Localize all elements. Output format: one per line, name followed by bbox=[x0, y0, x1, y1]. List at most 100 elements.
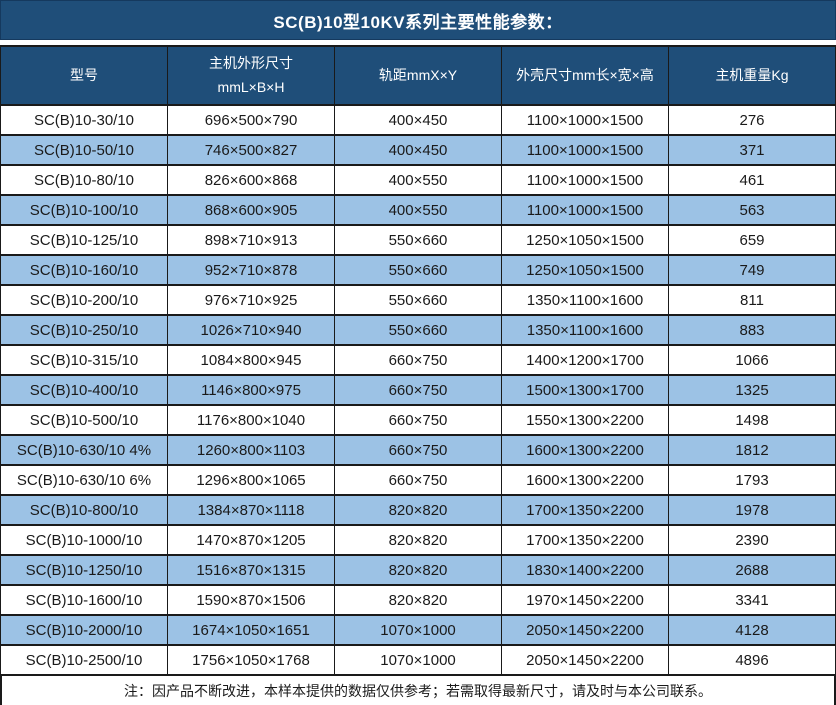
column-header-weight: 主机重量Kg bbox=[669, 46, 836, 105]
rail-gauge-cell: 660×750 bbox=[335, 435, 502, 465]
table-header: 型号主机外形尺寸 mmL×B×H轨距mmX×Y外壳尺寸mm长×宽×高主机重量Kg bbox=[1, 46, 836, 105]
weight-cell: 371 bbox=[669, 135, 836, 165]
shell-size-cell: 1250×1050×1500 bbox=[502, 255, 669, 285]
rail-gauge-cell: 400×450 bbox=[335, 105, 502, 135]
table-row: SC(B)10-315/101084×800×945660×7501400×12… bbox=[1, 345, 836, 375]
model-cell: SC(B)10-400/10 bbox=[1, 375, 168, 405]
shell-size-cell: 2050×1450×2200 bbox=[502, 645, 669, 675]
model-cell: SC(B)10-100/10 bbox=[1, 195, 168, 225]
table-row: SC(B)10-500/101176×800×1040660×7501550×1… bbox=[1, 405, 836, 435]
model-cell: SC(B)10-80/10 bbox=[1, 165, 168, 195]
table-row: SC(B)10-1250/101516×870×1315820×8201830×… bbox=[1, 555, 836, 585]
weight-cell: 1978 bbox=[669, 495, 836, 525]
shell-size-cell: 1600×1300×2200 bbox=[502, 435, 669, 465]
column-header-model: 型号 bbox=[1, 46, 168, 105]
header-row: 型号主机外形尺寸 mmL×B×H轨距mmX×Y外壳尺寸mm长×宽×高主机重量Kg bbox=[1, 46, 836, 105]
rail-gauge-cell: 1070×1000 bbox=[335, 645, 502, 675]
dimensions-cell: 746×500×827 bbox=[168, 135, 335, 165]
shell-size-cell: 1400×1200×1700 bbox=[502, 345, 669, 375]
shell-size-cell: 1350×1100×1600 bbox=[502, 285, 669, 315]
rail-gauge-cell: 400×550 bbox=[335, 195, 502, 225]
model-cell: SC(B)10-630/10 4% bbox=[1, 435, 168, 465]
rail-gauge-cell: 550×660 bbox=[335, 225, 502, 255]
shell-size-cell: 1100×1000×1500 bbox=[502, 135, 669, 165]
rail-gauge-cell: 660×750 bbox=[335, 405, 502, 435]
weight-cell: 4128 bbox=[669, 615, 836, 645]
dimensions-cell: 868×600×905 bbox=[168, 195, 335, 225]
table-row: SC(B)10-2500/101756×1050×17681070×100020… bbox=[1, 645, 836, 675]
dimensions-cell: 1590×870×1506 bbox=[168, 585, 335, 615]
shell-size-cell: 1100×1000×1500 bbox=[502, 195, 669, 225]
table-body: SC(B)10-30/10696×500×790400×4501100×1000… bbox=[1, 105, 836, 675]
model-cell: SC(B)10-2500/10 bbox=[1, 645, 168, 675]
rail-gauge-cell: 820×820 bbox=[335, 585, 502, 615]
model-cell: SC(B)10-630/10 6% bbox=[1, 465, 168, 495]
model-cell: SC(B)10-800/10 bbox=[1, 495, 168, 525]
rail-gauge-cell: 1070×1000 bbox=[335, 615, 502, 645]
weight-cell: 2688 bbox=[669, 555, 836, 585]
rail-gauge-cell: 550×660 bbox=[335, 315, 502, 345]
table-row: SC(B)10-250/101026×710×940550×6601350×11… bbox=[1, 315, 836, 345]
weight-cell: 4896 bbox=[669, 645, 836, 675]
rail-gauge-cell: 550×660 bbox=[335, 285, 502, 315]
dimensions-cell: 1384×870×1118 bbox=[168, 495, 335, 525]
weight-cell: 1812 bbox=[669, 435, 836, 465]
table-row: SC(B)10-2000/101674×1050×16511070×100020… bbox=[1, 615, 836, 645]
dimensions-cell: 1516×870×1315 bbox=[168, 555, 335, 585]
weight-cell: 461 bbox=[669, 165, 836, 195]
shell-size-cell: 2050×1450×2200 bbox=[502, 615, 669, 645]
model-cell: SC(B)10-500/10 bbox=[1, 405, 168, 435]
shell-size-cell: 1970×1450×2200 bbox=[502, 585, 669, 615]
weight-cell: 883 bbox=[669, 315, 836, 345]
shell-size-cell: 1830×1400×2200 bbox=[502, 555, 669, 585]
table-row: SC(B)10-630/10 4%1260×800×1103660×750160… bbox=[1, 435, 836, 465]
page-title: SC(B)10型10KV系列主要性能参数： bbox=[0, 0, 836, 40]
weight-cell: 1793 bbox=[669, 465, 836, 495]
rail-gauge-cell: 550×660 bbox=[335, 255, 502, 285]
table-row: SC(B)10-800/101384×870×1118820×8201700×1… bbox=[1, 495, 836, 525]
footnote: 注：因产品不断改进，本样本提供的数据仅供参考；若需取得最新尺寸，请及时与本公司联… bbox=[0, 676, 836, 705]
table-row: SC(B)10-80/10826×600×868400×5501100×1000… bbox=[1, 165, 836, 195]
weight-cell: 276 bbox=[669, 105, 836, 135]
model-cell: SC(B)10-200/10 bbox=[1, 285, 168, 315]
weight-cell: 1498 bbox=[669, 405, 836, 435]
table-row: SC(B)10-30/10696×500×790400×4501100×1000… bbox=[1, 105, 836, 135]
rail-gauge-cell: 820×820 bbox=[335, 525, 502, 555]
model-cell: SC(B)10-160/10 bbox=[1, 255, 168, 285]
model-cell: SC(B)10-250/10 bbox=[1, 315, 168, 345]
table-row: SC(B)10-160/10952×710×878550×6601250×105… bbox=[1, 255, 836, 285]
shell-size-cell: 1600×1300×2200 bbox=[502, 465, 669, 495]
dimensions-cell: 1756×1050×1768 bbox=[168, 645, 335, 675]
shell-size-cell: 1550×1300×2200 bbox=[502, 405, 669, 435]
shell-size-cell: 1500×1300×1700 bbox=[502, 375, 669, 405]
shell-size-cell: 1350×1100×1600 bbox=[502, 315, 669, 345]
dimensions-cell: 826×600×868 bbox=[168, 165, 335, 195]
model-cell: SC(B)10-1250/10 bbox=[1, 555, 168, 585]
weight-cell: 2390 bbox=[669, 525, 836, 555]
rail-gauge-cell: 820×820 bbox=[335, 555, 502, 585]
weight-cell: 1066 bbox=[669, 345, 836, 375]
weight-cell: 659 bbox=[669, 225, 836, 255]
spec-table: 型号主机外形尺寸 mmL×B×H轨距mmX×Y外壳尺寸mm长×宽×高主机重量Kg… bbox=[0, 45, 836, 676]
shell-size-cell: 1100×1000×1500 bbox=[502, 105, 669, 135]
rail-gauge-cell: 820×820 bbox=[335, 495, 502, 525]
weight-cell: 3341 bbox=[669, 585, 836, 615]
model-cell: SC(B)10-125/10 bbox=[1, 225, 168, 255]
dimensions-cell: 1296×800×1065 bbox=[168, 465, 335, 495]
table-row: SC(B)10-125/10898×710×913550×6601250×105… bbox=[1, 225, 836, 255]
model-cell: SC(B)10-30/10 bbox=[1, 105, 168, 135]
column-header-rail-gauge: 轨距mmX×Y bbox=[335, 46, 502, 105]
model-cell: SC(B)10-2000/10 bbox=[1, 615, 168, 645]
dimensions-cell: 898×710×913 bbox=[168, 225, 335, 255]
rail-gauge-cell: 400×550 bbox=[335, 165, 502, 195]
dimensions-cell: 976×710×925 bbox=[168, 285, 335, 315]
table-row: SC(B)10-50/10746×500×827400×4501100×1000… bbox=[1, 135, 836, 165]
weight-cell: 1325 bbox=[669, 375, 836, 405]
dimensions-cell: 1146×800×975 bbox=[168, 375, 335, 405]
rail-gauge-cell: 400×450 bbox=[335, 135, 502, 165]
shell-size-cell: 1700×1350×2200 bbox=[502, 525, 669, 555]
model-cell: SC(B)10-50/10 bbox=[1, 135, 168, 165]
dimensions-cell: 1674×1050×1651 bbox=[168, 615, 335, 645]
table-row: SC(B)10-100/10868×600×905400×5501100×100… bbox=[1, 195, 836, 225]
rail-gauge-cell: 660×750 bbox=[335, 345, 502, 375]
